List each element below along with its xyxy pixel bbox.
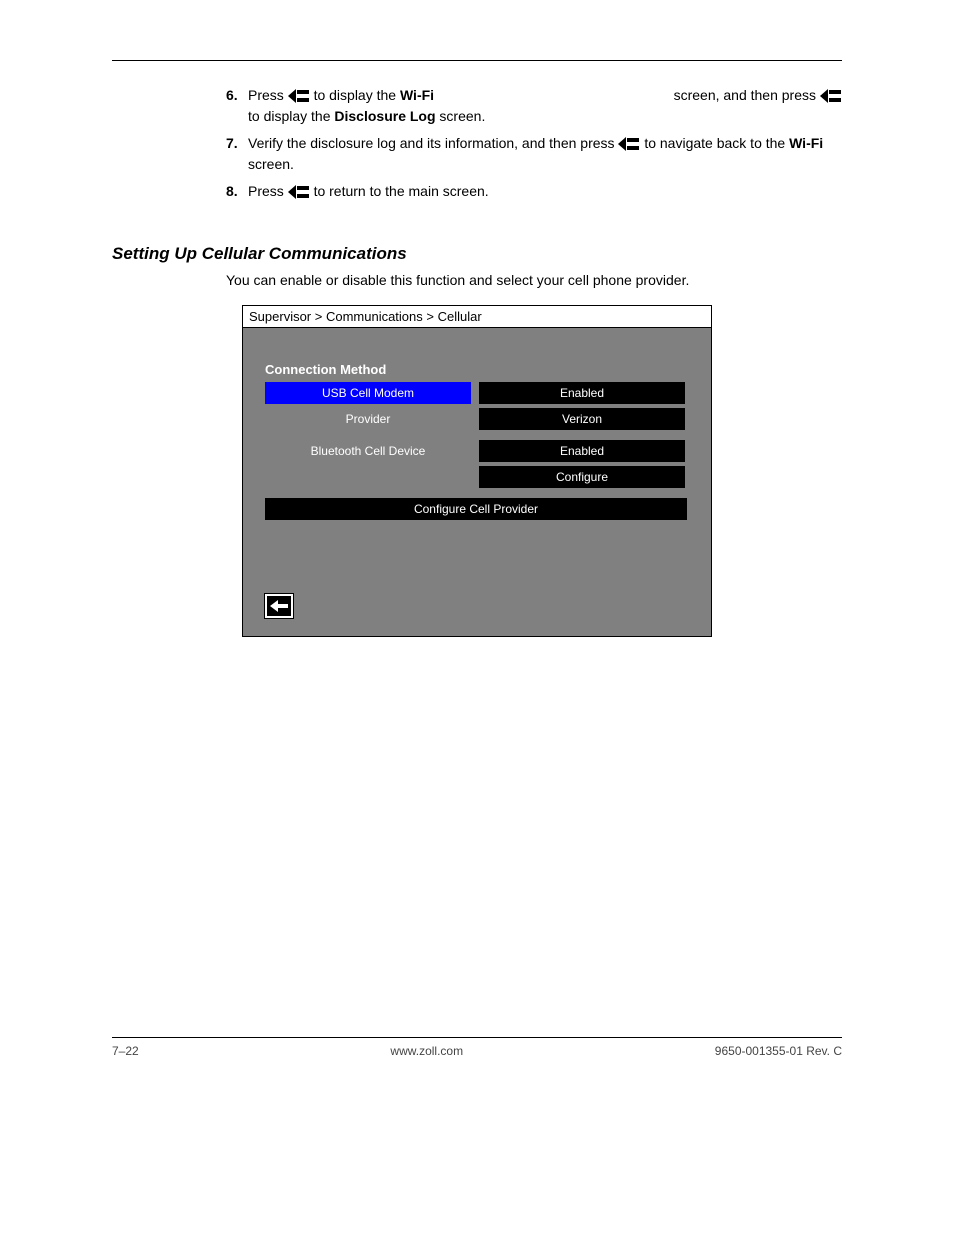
step-7-bold: Wi-Fi (789, 135, 823, 151)
step-7-mid: to navigate back to the (644, 135, 789, 151)
step-7-number: 7. (226, 133, 248, 154)
configure-label-spacer (265, 466, 471, 488)
bluetooth-cell-device-value[interactable]: Enabled (479, 440, 685, 462)
connection-method-label: Connection Method (265, 362, 693, 377)
screenshot-body: Connection Method USB Cell Modem Enabled… (243, 328, 711, 636)
section-paragraph: You can enable or disable this function … (226, 270, 842, 291)
body-content: 6. Press to display the Wi-Fi screen, an… (226, 85, 842, 202)
step-8: 8. Press to return to the main screen. (226, 181, 842, 202)
step-7-tail: screen. (248, 156, 294, 172)
footer-url: www.zoll.com (390, 1044, 463, 1058)
step-6-bold2: Disclosure Log (334, 108, 435, 124)
step-6-number: 6. (226, 85, 248, 106)
row-provider: Provider Verizon (265, 408, 693, 430)
back-arrow-list-icon-4 (288, 185, 310, 199)
step-8-post: to return to the main screen. (314, 183, 489, 199)
step-8-text: Press to return to the main screen. (248, 181, 842, 202)
row-usb-cell-modem: USB Cell Modem Enabled (265, 382, 693, 404)
back-arrow-list-icon-2 (820, 89, 842, 103)
step-7-pre: Verify the disclosure log and its inform… (248, 135, 618, 151)
step-7-text: Verify the disclosure log and its inform… (248, 133, 842, 175)
page-top-rule (112, 60, 842, 61)
step-7: 7. Verify the disclosure log and its inf… (226, 133, 842, 175)
device-screenshot: Supervisor > Communications > Cellular C… (242, 305, 712, 637)
screenshot-back-area (265, 594, 693, 618)
configure-cell-provider-button[interactable]: Configure Cell Provider (265, 498, 687, 520)
step-6-bold1: Wi-Fi (400, 87, 442, 103)
step-8-number: 8. (226, 181, 248, 202)
usb-cell-modem-label[interactable]: USB Cell Modem (265, 382, 471, 404)
provider-label[interactable]: Provider (265, 408, 471, 430)
footer-page-number: 7–22 (112, 1044, 139, 1058)
step-6-pre: Press (248, 87, 288, 103)
step-6-mid1: to display the (314, 87, 400, 103)
back-button[interactable] (265, 594, 293, 618)
bluetooth-cell-device-label[interactable]: Bluetooth Cell Device (265, 440, 471, 462)
step-6-post: to display the (248, 108, 334, 124)
back-arrow-icon (270, 600, 288, 612)
usb-cell-modem-value[interactable]: Enabled (479, 382, 685, 404)
page-footer: 7–22 www.zoll.com 9650-001355-01 Rev. C (112, 1037, 842, 1058)
page-bottom-rule (112, 1037, 842, 1038)
row-bluetooth-cell-device: Bluetooth Cell Device Enabled (265, 440, 693, 462)
back-arrow-list-icon (288, 89, 310, 103)
back-arrow-list-icon-3 (618, 137, 640, 151)
footer-doc-id: 9650-001355-01 Rev. C (715, 1044, 842, 1058)
step-6: 6. Press to display the Wi-Fi screen, an… (226, 85, 842, 127)
step-8-pre: Press (248, 183, 288, 199)
section-heading: Setting Up Cellular Communications (112, 244, 842, 264)
screenshot-breadcrumb: Supervisor > Communications > Cellular (243, 306, 711, 328)
provider-value[interactable]: Verizon (479, 408, 685, 430)
step-6-text: Press to display the Wi-Fi screen, and t… (248, 85, 842, 127)
configure-button[interactable]: Configure (479, 466, 685, 488)
row-configure: Configure (265, 466, 693, 488)
step-6-mid2: screen, and then press (674, 85, 816, 106)
step-6-tail: screen. (439, 108, 485, 124)
